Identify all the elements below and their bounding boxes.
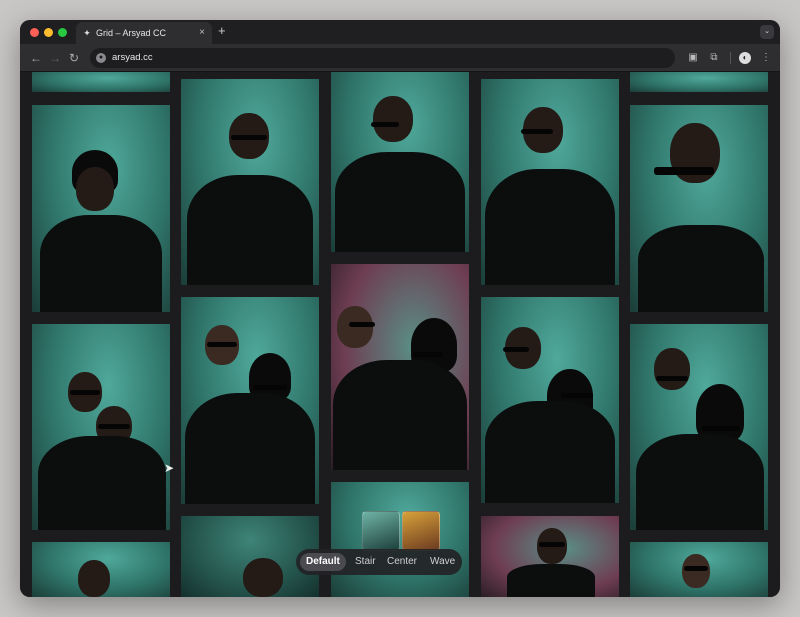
figure-sunglasses [539,542,565,547]
figure-sunglasses [70,390,100,395]
site-info-icon[interactable]: ● [96,53,106,63]
layout-option-stair[interactable]: Stair [349,553,382,571]
figure-torso [638,225,764,312]
figure-head [337,306,373,348]
grid-photo[interactable] [481,79,619,285]
figure-sunglasses [98,424,130,429]
figure-sunglasses [702,426,740,431]
figure-sunglasses [253,385,287,390]
grid-photo[interactable] [630,105,768,312]
figure-sunglasses [503,347,529,352]
browser-toolbar: ← → ↻ ● arsyad.cc ▣ ⧉ ◐ ⋮ [20,44,780,72]
figure-sunglasses [349,322,375,327]
figma-logo-icon: ✦ [83,28,91,38]
mouse-cursor-icon: ➤ [164,461,175,475]
layout-switcher: Default Stair Center Wave [296,549,462,575]
figure-torso [507,564,595,597]
grid-photo[interactable] [331,72,469,252]
grid-photo[interactable] [630,542,768,597]
grid-photo[interactable] [481,516,619,597]
close-window-button[interactable] [30,28,39,37]
figure-torso [485,169,615,285]
new-tab-button[interactable]: + [218,23,226,38]
figure-sunglasses [654,167,714,175]
figure-head [654,348,690,390]
back-button[interactable]: ← [30,50,42,66]
grid-photo[interactable] [630,72,768,92]
layout-option-wave[interactable]: Wave [424,553,461,571]
tab-title: Grid – Arsyad CC [96,28,167,38]
grid-photo[interactable] [32,324,170,530]
tab-close-icon[interactable]: × [199,22,205,44]
preview-thumbnail [362,511,400,551]
reload-button[interactable]: ↻ [69,50,79,66]
profile-avatar-icon[interactable]: ◐ [739,52,751,64]
figure-head [373,96,413,142]
figure-torso [40,215,162,312]
figure-head [682,554,710,588]
figure-torso [333,360,467,470]
tab-search-button[interactable]: ⌄ [760,25,774,39]
layout-preview-thumbnails [362,511,440,551]
grid-photo[interactable] [32,72,170,92]
grid-photo[interactable] [481,297,619,503]
figure-torso [187,175,313,285]
figure-torso [636,434,764,530]
forward-button[interactable]: → [49,50,61,66]
figure-torso [185,393,315,504]
figure-head [78,560,110,597]
grid-photo[interactable] [32,105,170,312]
layout-option-center[interactable]: Center [381,553,423,571]
figure-sunglasses [207,342,237,347]
figure-sunglasses [561,393,593,398]
toolbar-divider [730,52,731,64]
grid-photo[interactable] [630,324,768,530]
grid-photo[interactable] [32,542,170,597]
figure-torso [485,401,615,503]
browser-menu-icon[interactable]: ⋮ [760,52,772,64]
layout-option-default[interactable]: Default [300,553,346,571]
tab-active[interactable]: ✦ Grid – Arsyad CC × [76,22,212,44]
grid-photo[interactable] [331,264,469,470]
minimize-window-button[interactable] [44,28,53,37]
grid-photo[interactable] [181,297,319,504]
figure-torso [38,436,166,530]
extensions-puzzle-icon[interactable]: ⧉ [708,52,720,64]
figure-sunglasses [684,566,708,571]
figure-sunglasses [413,352,443,357]
preview-thumbnail [402,511,440,551]
tab-bar: ✦ Grid – Arsyad CC × + ⌄ [20,20,780,44]
figure-torso [335,152,465,252]
figure-sunglasses [371,122,399,127]
grid-photo[interactable] [181,79,319,285]
figure-sunglasses [231,135,267,140]
url-text: arsyad.cc [112,52,153,63]
figure-head [76,167,114,211]
figure-head [243,558,283,597]
figure-sunglasses [656,376,688,381]
maximize-window-button[interactable] [58,28,67,37]
figure-sunglasses [521,129,553,134]
extension-icon[interactable]: ▣ [687,52,699,64]
address-bar[interactable]: ● arsyad.cc [90,48,675,68]
